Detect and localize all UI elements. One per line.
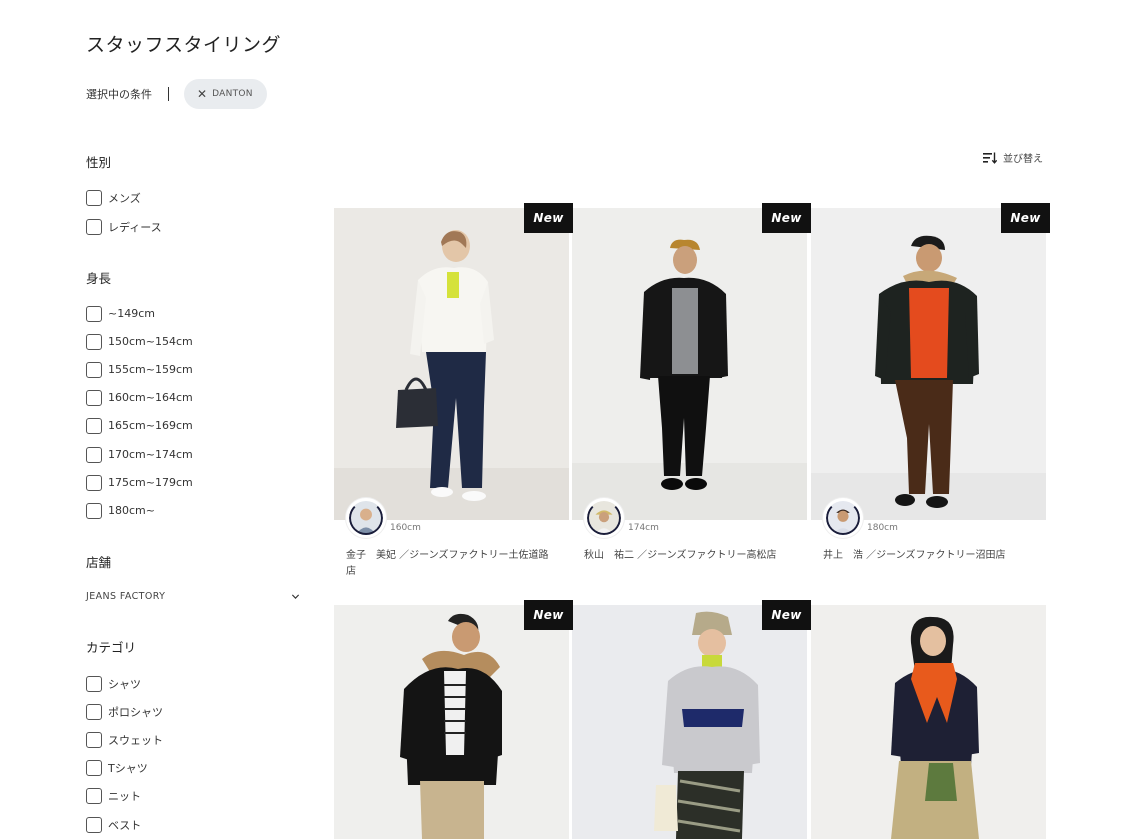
filter-chip-label: DANTON (212, 89, 253, 99)
checkbox-box[interactable] (86, 218, 102, 235)
conditions-divider (168, 87, 169, 101)
staff-height: 180cm (867, 523, 898, 533)
styling-photo[interactable] (572, 605, 807, 839)
checkbox-height-5[interactable]: 170cm~174cm (86, 446, 193, 463)
checkbox-label: ~149cm (108, 307, 155, 320)
checkbox-label: 170cm~174cm (108, 448, 193, 461)
selected-conditions: 選択中の条件 ✕ DANTON (86, 79, 267, 109)
checkbox-height-4[interactable]: 165cm~169cm (86, 417, 193, 434)
sort-label: 並び替え (1003, 154, 1043, 165)
styling-photo[interactable] (334, 605, 569, 839)
checkbox-box[interactable] (86, 816, 102, 833)
checkbox-gender-ladies[interactable]: レディース (86, 218, 162, 235)
staff-avatar[interactable] (823, 498, 863, 538)
new-badge: New (762, 203, 811, 233)
checkbox-label: スウェット (108, 733, 163, 747)
new-badge: New (524, 600, 573, 630)
checkbox-category-2[interactable]: スウェット (86, 731, 163, 748)
checkbox-category-0[interactable]: シャツ (86, 675, 141, 692)
checkbox-label: 160cm~164cm (108, 391, 193, 404)
checkbox-label: メンズ (108, 191, 141, 205)
new-badge: New (1001, 203, 1050, 233)
staff-name-link[interactable]: 井上 浩 ／ジーンズファクトリー沼田店 (823, 548, 1033, 564)
filter-heading-height: 身長 (86, 271, 112, 286)
filter-heading-gender: 性別 (86, 155, 112, 170)
checkbox-label: 180cm~ (108, 504, 155, 517)
checkbox-box[interactable] (86, 446, 102, 463)
filter-heading-store: 店舗 (86, 555, 112, 570)
checkbox-label: レディース (108, 220, 162, 234)
close-icon[interactable]: ✕ (197, 88, 207, 100)
checkbox-box[interactable] (86, 731, 102, 748)
checkbox-box[interactable] (86, 361, 102, 378)
staff-avatar[interactable] (346, 498, 386, 538)
checkbox-box[interactable] (86, 675, 102, 692)
checkbox-label: 175cm~179cm (108, 476, 193, 489)
sort-icon[interactable] (983, 152, 997, 164)
checkbox-category-1[interactable]: ポロシャツ (86, 703, 163, 720)
chevron-down-icon[interactable] (291, 592, 300, 601)
styling-photo[interactable] (811, 605, 1046, 839)
staff-name-link[interactable]: 秋山 祐二 ／ジーンズファクトリー高松店 (584, 548, 794, 564)
checkbox-category-5[interactable]: ベスト (86, 816, 141, 833)
checkbox-box[interactable] (86, 189, 102, 206)
checkbox-height-3[interactable]: 160cm~164cm (86, 389, 193, 406)
checkbox-category-3[interactable]: Tシャツ (86, 759, 148, 776)
checkbox-box[interactable] (86, 502, 102, 519)
staff-name-link[interactable]: 金子 美妃 ／ジーンズファクトリー土佐道路店 (346, 548, 556, 580)
checkbox-label: ニット (108, 789, 141, 803)
store-select-value: JEANS FACTORY (86, 590, 166, 602)
filter-heading-category: カテゴリ (86, 640, 137, 655)
conditions-label: 選択中の条件 (86, 88, 152, 101)
checkbox-height-6[interactable]: 175cm~179cm (86, 474, 193, 491)
staff-height: 160cm (390, 523, 421, 533)
checkbox-box[interactable] (86, 333, 102, 350)
checkbox-height-2[interactable]: 155cm~159cm (86, 361, 193, 378)
checkbox-label: ポロシャツ (108, 705, 163, 719)
checkbox-label: 165cm~169cm (108, 419, 193, 432)
checkbox-box[interactable] (86, 417, 102, 434)
new-badge: New (762, 600, 811, 630)
styling-photo[interactable] (811, 208, 1046, 520)
checkbox-box[interactable] (86, 787, 102, 804)
store-select[interactable]: JEANS FACTORY (86, 587, 300, 605)
checkbox-height-7[interactable]: 180cm~ (86, 502, 155, 519)
styling-photo[interactable] (572, 208, 807, 520)
checkbox-label: ベスト (108, 818, 142, 832)
checkbox-box[interactable] (86, 389, 102, 406)
checkbox-label: Tシャツ (108, 761, 148, 775)
checkbox-gender-mens[interactable]: メンズ (86, 189, 141, 206)
checkbox-label: シャツ (108, 677, 141, 691)
page-title: スタッフスタイリング (86, 34, 282, 56)
checkbox-label: 150cm~154cm (108, 335, 193, 348)
styling-photo[interactable] (334, 208, 569, 520)
checkbox-box[interactable] (86, 305, 102, 322)
sort-button[interactable]: 並び替え (983, 150, 1043, 165)
checkbox-height-1[interactable]: 150cm~154cm (86, 333, 193, 350)
checkbox-label: 155cm~159cm (108, 363, 193, 376)
staff-height: 174cm (628, 523, 659, 533)
staff-avatar[interactable] (584, 498, 624, 538)
checkbox-category-4[interactable]: ニット (86, 787, 141, 804)
checkbox-box[interactable] (86, 474, 102, 491)
checkbox-height-0[interactable]: ~149cm (86, 305, 155, 322)
new-badge: New (524, 203, 573, 233)
filter-chip-danton[interactable]: ✕ DANTON (184, 79, 267, 109)
checkbox-box[interactable] (86, 703, 102, 720)
checkbox-box[interactable] (86, 759, 102, 776)
